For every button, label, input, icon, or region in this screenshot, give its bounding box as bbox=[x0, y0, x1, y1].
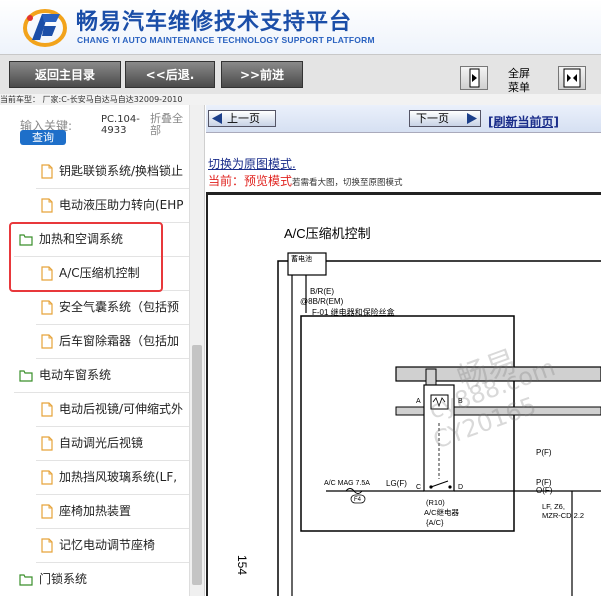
tree-item-label: 座椅加热装置 bbox=[59, 504, 132, 518]
diagram-title: A/C压缩机控制 bbox=[284, 226, 371, 241]
svg-text:A/C MAG 7.5A: A/C MAG 7.5A bbox=[324, 480, 370, 487]
platform-subtitle: CHANG YI AUTO MAINTENANCE TECHNOLOGY SUP… bbox=[77, 35, 375, 45]
tree-item-label: 钥匙联锁系统/换档锁止 bbox=[59, 164, 184, 178]
svg-text:LG(F): LG(F) bbox=[386, 479, 407, 488]
home-button[interactable]: 返回主目录 bbox=[9, 61, 121, 88]
tree-file[interactable]: 自动调光后视镜 bbox=[0, 427, 189, 459]
left-arrow-icon bbox=[212, 113, 222, 124]
tree-item-label: 电动后视镜/可伸缩式外 bbox=[59, 402, 184, 416]
tree-item-label: 后车窗除霜器（包括加 bbox=[59, 334, 180, 348]
tree-item-label: 加热挡风玻璃系统(LF, bbox=[59, 470, 178, 484]
svg-text:F4: F4 bbox=[354, 497, 362, 503]
svg-text:(R10): (R10) bbox=[426, 498, 445, 507]
folder-icon bbox=[19, 574, 33, 586]
tree-item-label: 记忆电动调节座椅 bbox=[59, 538, 156, 552]
platform-title: 畅易汽车维修技术支持平台 bbox=[76, 10, 353, 35]
content-pane: 上一页 下一页 [刷新当前页] 切换为原图模式. 当前：预览模式若需看大图，切换… bbox=[206, 105, 601, 596]
search-area: 输入关键: 查询 PC.104-4933 折叠全部 bbox=[0, 105, 190, 153]
svg-text:P(F): P(F) bbox=[536, 478, 552, 487]
tree-item-label: 电动液压助力转向(EHP bbox=[59, 198, 184, 212]
search-button[interactable]: 查询 bbox=[20, 130, 66, 145]
document-icon bbox=[41, 334, 53, 349]
back-button[interactable]: <<后退. bbox=[125, 61, 215, 88]
document-icon bbox=[41, 300, 53, 315]
next-page-button[interactable]: 下一页 bbox=[409, 110, 481, 127]
tree-file[interactable]: 钥匙联锁系统/换档锁止 bbox=[0, 155, 189, 187]
document-icon bbox=[41, 470, 53, 485]
tree-file[interactable]: 后车窗除霜器（包括加 bbox=[0, 325, 189, 357]
tree-item-label: 安全气囊系统（包括预 bbox=[59, 300, 180, 314]
svg-text:LF, Z6,: LF, Z6, bbox=[542, 502, 565, 511]
vehicle-info: 当前车型： 厂家:C-长安马自达马自达32009-2010 bbox=[0, 94, 601, 105]
refresh-page-link[interactable]: [刷新当前页] bbox=[488, 113, 559, 130]
wiring-diagram: A/C压缩机控制 蓄电池 B/R(E) @8B/R(EM) F-01 继电器和保… bbox=[235, 226, 601, 596]
tree-file[interactable]: 记忆电动调节座椅 bbox=[0, 529, 189, 561]
document-icon bbox=[41, 402, 53, 417]
changyi-logo-icon bbox=[23, 9, 67, 47]
svg-text:P(F): P(F) bbox=[536, 448, 552, 457]
fullscreen-button[interactable] bbox=[558, 66, 586, 90]
pc-code: PC.104-4933 bbox=[101, 114, 140, 136]
svg-text:@8B/R(EM): @8B/R(EM) bbox=[300, 297, 344, 306]
fullscreen-icon bbox=[563, 68, 581, 88]
svg-text:154: 154 bbox=[235, 555, 249, 575]
switch-original-mode-link[interactable]: 切换为原图模式. bbox=[208, 155, 296, 172]
tree-file[interactable]: 电动后视镜/可伸缩式外 bbox=[0, 393, 189, 425]
tree-item-label: 门锁系统 bbox=[39, 572, 88, 586]
document-icon bbox=[41, 164, 53, 179]
panel-toggle-icon bbox=[469, 68, 480, 88]
tree-file[interactable]: 安全气囊系统（包括预 bbox=[0, 291, 189, 323]
svg-text:D: D bbox=[458, 484, 463, 491]
sidebar-scrollbar[interactable] bbox=[189, 105, 204, 596]
fold-all-button[interactable]: 折叠全部 bbox=[150, 113, 188, 137]
document-icon bbox=[41, 436, 53, 451]
tree-folder[interactable]: 门锁系统 bbox=[0, 563, 189, 595]
svg-text:A: A bbox=[416, 398, 421, 405]
toolbar: 返回主目录 <<后退. >>前进 全屏 菜单 bbox=[0, 54, 601, 94]
folder-icon bbox=[19, 370, 33, 382]
sidebar: 输入关键: 查询 PC.104-4933 折叠全部 钥匙联锁系统/换档锁止 电动液… bbox=[0, 105, 205, 596]
tree-item-label: 电动车窗系统 bbox=[39, 368, 112, 382]
app-root: 畅易汽车维修技术支持平台 CHANG YI AUTO MAINTENANCE T… bbox=[0, 0, 601, 596]
tree-item-label: 自动调光后视镜 bbox=[59, 436, 144, 450]
svg-text:A/C继电器: A/C继电器 bbox=[424, 507, 460, 517]
selection-highlight bbox=[9, 222, 163, 292]
svg-text:B/R(E): B/R(E) bbox=[310, 287, 334, 296]
tree-file[interactable]: 座椅加热装置 bbox=[0, 495, 189, 527]
current-mode: 当前：预览模式若需看大图，切换至原图模式 bbox=[208, 174, 403, 188]
svg-text:{A/C}: {A/C} bbox=[426, 518, 444, 527]
page-nav-bar: 上一页 下一页 [刷新当前页] bbox=[206, 105, 601, 133]
tree-file[interactable]: 加热挡风玻璃系统(LF, bbox=[0, 461, 189, 493]
fullscreen-menu-label: 全屏 菜单 bbox=[508, 67, 530, 94]
document-icon bbox=[41, 504, 53, 519]
header: 畅易汽车维修技术支持平台 CHANG YI AUTO MAINTENANCE T… bbox=[0, 0, 601, 54]
tree-folder[interactable]: 电动车窗系统 bbox=[0, 359, 189, 391]
scroll-thumb[interactable] bbox=[192, 345, 202, 585]
right-arrow-icon bbox=[467, 113, 477, 124]
prev-page-button[interactable]: 上一页 bbox=[208, 110, 276, 127]
document-icon bbox=[41, 538, 53, 553]
svg-text:蓄电池: 蓄电池 bbox=[291, 254, 312, 263]
tree-file[interactable]: 电动液压助力转向(EHP bbox=[0, 189, 189, 221]
document-icon bbox=[41, 198, 53, 213]
toggle-sidebar-button[interactable] bbox=[460, 66, 488, 90]
forward-button[interactable]: >>前进 bbox=[221, 61, 303, 88]
svg-text:C: C bbox=[416, 484, 421, 491]
svg-text:MZR-CD 2.2: MZR-CD 2.2 bbox=[542, 511, 584, 520]
